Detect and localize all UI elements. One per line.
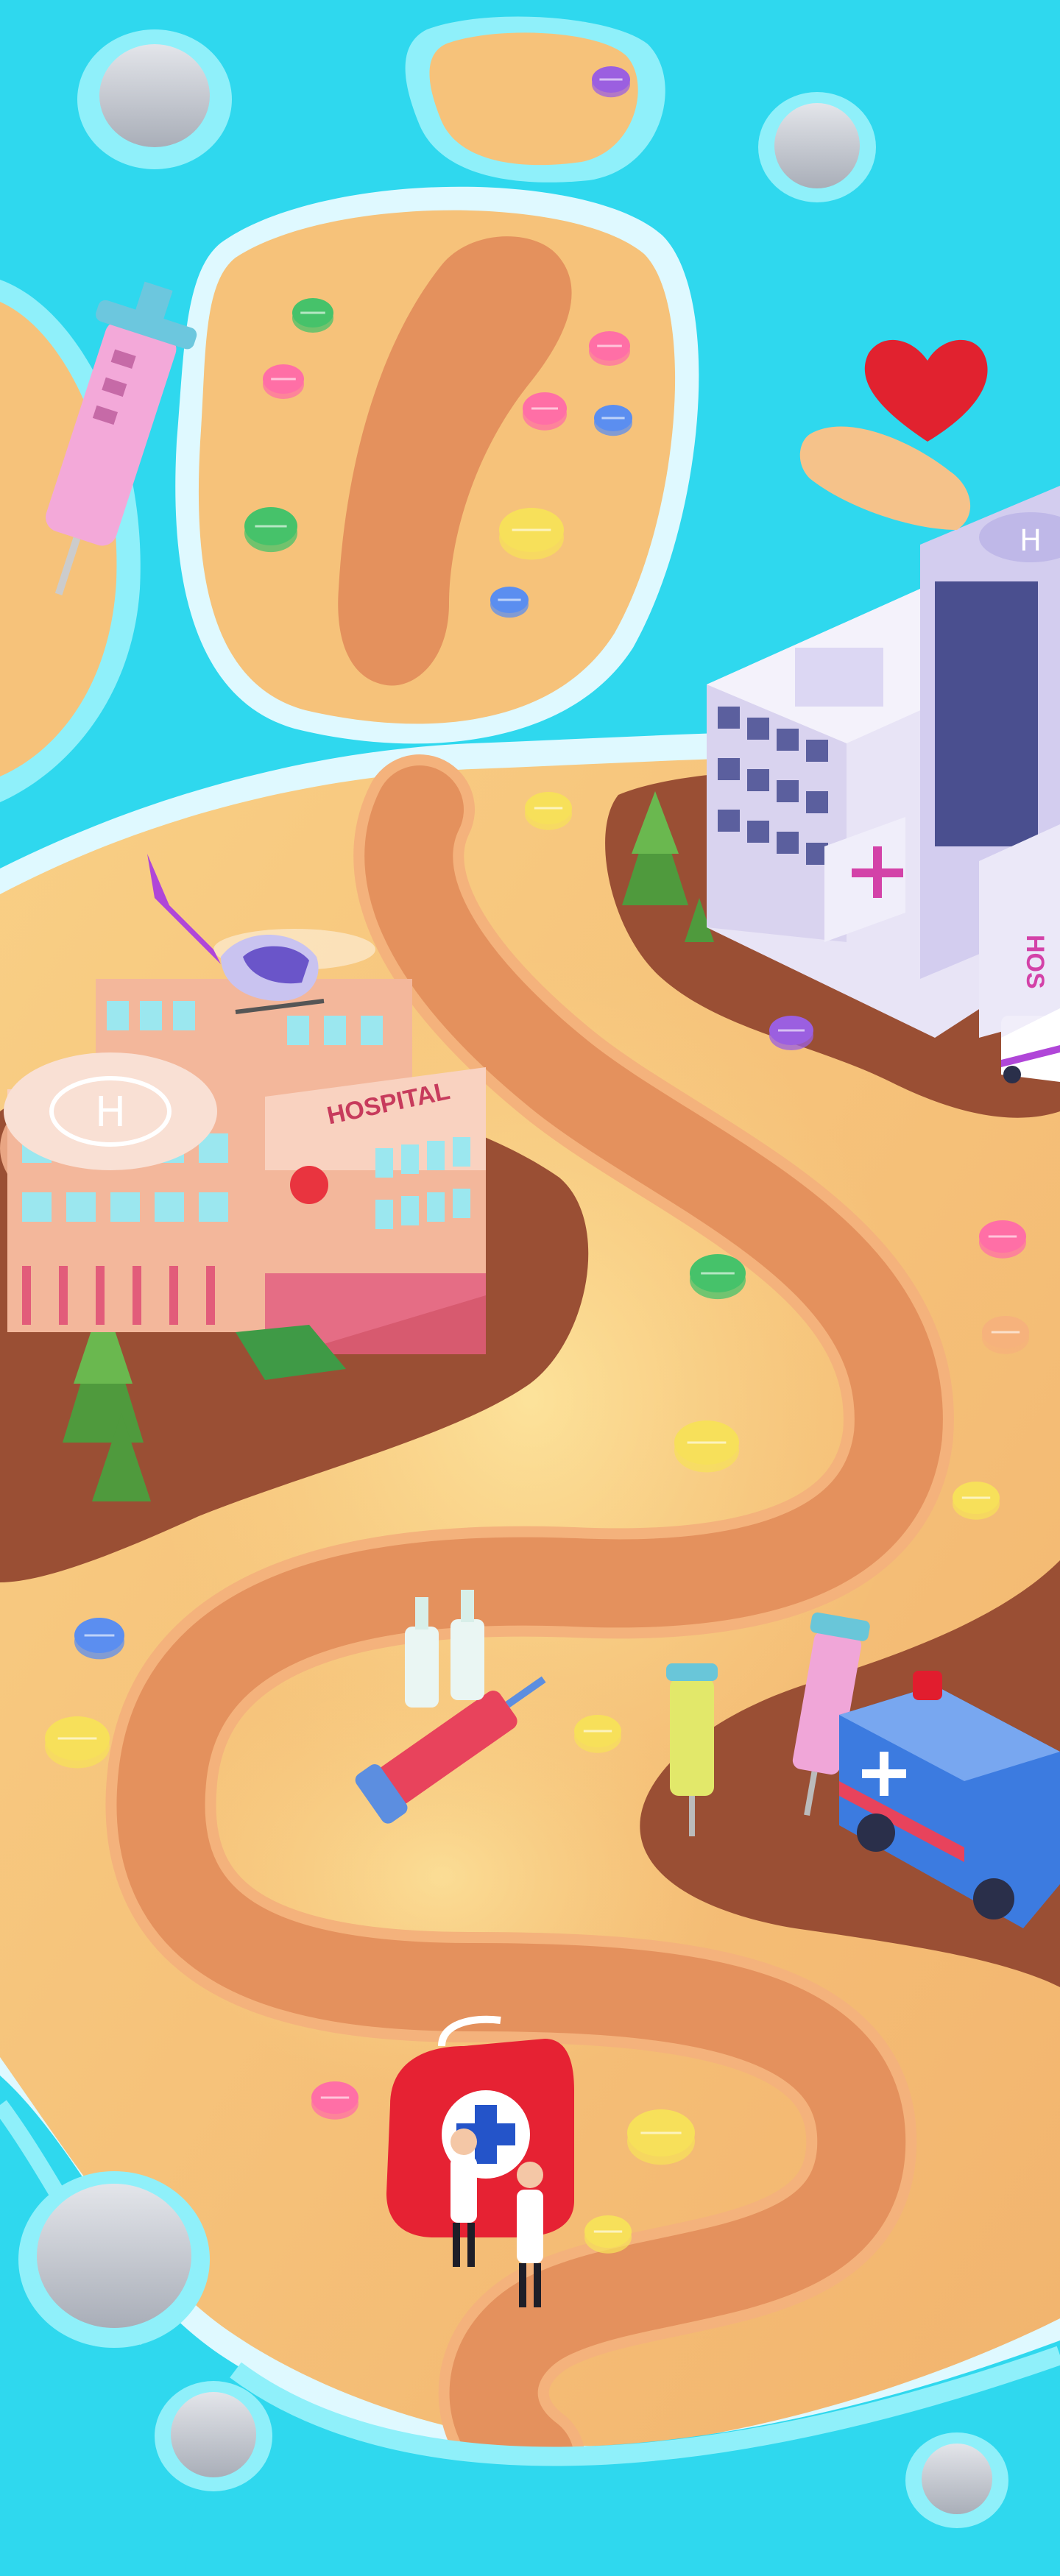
pill [674, 1420, 739, 1473]
pill [74, 1618, 124, 1660]
pill [953, 1482, 1000, 1520]
pill [589, 331, 630, 366]
pill [690, 1254, 746, 1300]
hospital-sign-right: HOS [1021, 935, 1049, 989]
center-island [175, 186, 699, 744]
pill [584, 2215, 632, 2254]
rock [77, 29, 232, 169]
pill [490, 587, 529, 618]
pill [592, 66, 630, 98]
pill [45, 1716, 110, 1769]
pill [627, 2109, 695, 2165]
pill [594, 405, 632, 436]
rock [758, 92, 876, 202]
pill [979, 1220, 1026, 1259]
svg-text:H: H [95, 1089, 126, 1136]
rock [18, 2171, 210, 2348]
pill [523, 392, 567, 431]
game-map: H HOSPITAL H HOS [0, 0, 1060, 2576]
rock [905, 2432, 1008, 2528]
svg-text:H: H [1020, 524, 1042, 558]
pill [311, 2081, 358, 2120]
pill [525, 792, 572, 830]
pill [982, 1316, 1029, 1354]
pill [244, 507, 297, 553]
pill [769, 1016, 813, 1050]
pill [499, 508, 564, 560]
rock [155, 2381, 272, 2491]
pill [292, 298, 333, 333]
pill [263, 364, 304, 399]
pill [574, 1715, 621, 1753]
